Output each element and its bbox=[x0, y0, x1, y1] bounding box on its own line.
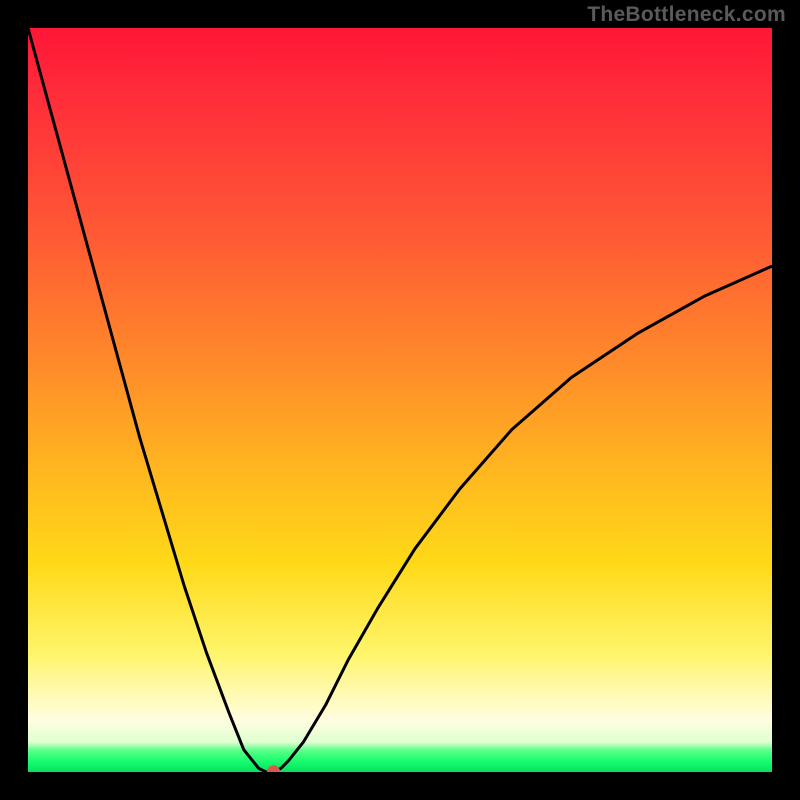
chart-frame: TheBottleneck.com bottleneck-curve bbox=[0, 0, 800, 800]
plot-area bbox=[28, 28, 772, 772]
minimum-marker-dot bbox=[267, 765, 280, 772]
bottleneck-curve-svg bbox=[28, 28, 772, 772]
bottleneck-curve bbox=[28, 28, 772, 772]
watermark-text: TheBottleneck.com bbox=[587, 3, 786, 27]
